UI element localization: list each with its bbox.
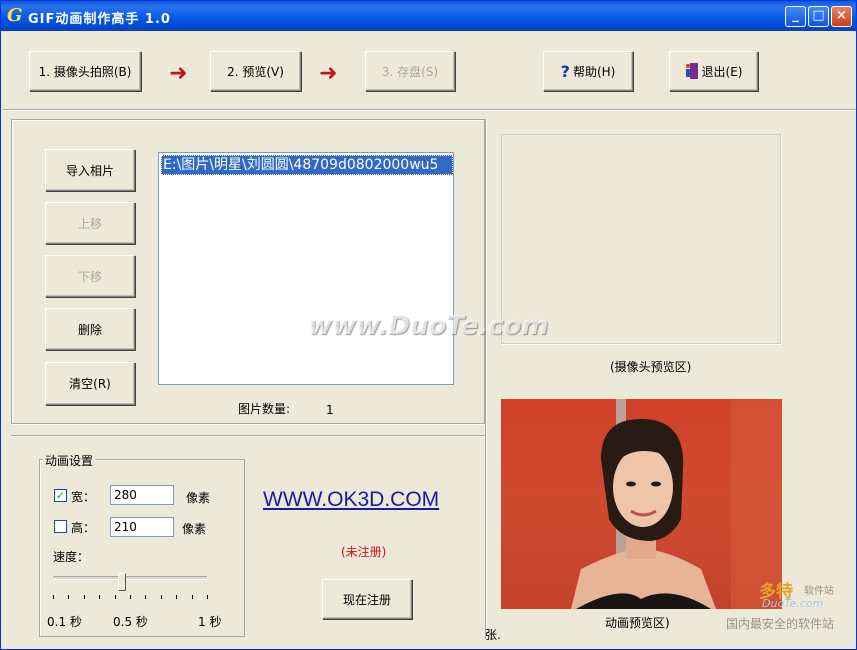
preview-label: 2. 预览(V) — [227, 64, 284, 79]
speed-mid-label: 0.5 秒 — [113, 615, 148, 629]
register-now-label: 现在注册 — [342, 592, 391, 607]
camera-capture-label: 1. 摄像头拍照(B) — [38, 64, 132, 79]
width-unit: 像素 — [186, 491, 211, 505]
move-down-button[interactable]: 下移 — [45, 255, 135, 297]
slider-tick — [68, 595, 70, 599]
exit-button[interactable]: 退出(E) — [669, 51, 758, 91]
maximize-button[interactable]: □ — [808, 6, 829, 27]
width-label: 宽： — [71, 490, 96, 504]
height-input[interactable]: 210 — [110, 517, 174, 537]
slider-tick — [99, 595, 101, 599]
camera-capture-button[interactable]: 1. 摄像头拍照(B) — [29, 51, 141, 91]
photo-count-value: 1 — [326, 403, 334, 417]
animation-settings-legend: 动画设置 — [43, 452, 96, 469]
minimize-button[interactable]: _ — [785, 6, 806, 27]
registration-status: (未注册) — [341, 545, 387, 559]
height-label: 高： — [71, 521, 96, 535]
help-button[interactable]: ? 帮助(H) — [543, 51, 633, 91]
slider-tick — [53, 595, 54, 599]
toolbar-divider — [3, 109, 856, 111]
slider-tick — [191, 595, 193, 599]
question-icon: ? — [560, 61, 570, 81]
checkmark-icon: ✓ — [55, 489, 66, 502]
delete-button[interactable]: 删除 — [45, 308, 135, 350]
photo-count-label: 图片数量: — [238, 402, 291, 416]
height-unit: 像素 — [182, 522, 207, 536]
move-up-label: 上移 — [77, 216, 102, 231]
slider-tick — [176, 595, 178, 599]
website-link[interactable]: WWW.OK3D.COM — [263, 488, 439, 512]
slider-tick — [83, 595, 85, 599]
speed-slider-thumb[interactable] — [118, 573, 127, 591]
lower-divider — [11, 435, 485, 437]
close-button[interactable]: × — [831, 6, 852, 27]
clear-label: 清空(R) — [69, 377, 111, 391]
slider-tick — [160, 595, 162, 599]
preview-button[interactable]: 2. 预览(V) — [210, 51, 301, 91]
speed-slider-track[interactable] — [53, 576, 207, 580]
arrow-right-icon: ➜ — [169, 61, 188, 86]
app-window: G GIF动画制作高手 1.0 _ □ × 1. 摄像头拍照(B) ➜ 2. 预… — [0, 0, 857, 650]
save-button[interactable]: 3. 存盘(S) — [365, 51, 455, 91]
slider-tick — [130, 595, 131, 599]
corner-brand-sub: 软件站 — [804, 586, 834, 597]
animation-preview-label: 动画预览区) — [605, 616, 670, 630]
import-photo-button[interactable]: 导入相片 — [45, 149, 135, 191]
speed-label: 速度： — [53, 550, 90, 564]
delete-label: 删除 — [77, 322, 102, 337]
photo-file-list[interactable]: E:\图片\明星\刘圆圆\48709d0802000wu5 — [158, 152, 454, 385]
help-label: 帮助(H) — [572, 64, 616, 79]
exit-label: 退出(E) — [701, 64, 743, 79]
list-item[interactable]: E:\图片\明星\刘圆圆\48709d0802000wu5 — [161, 155, 453, 175]
width-checkbox[interactable]: ✓ — [54, 489, 67, 502]
status-tail-text: 张. — [485, 628, 501, 642]
clear-button[interactable]: 清空(R) — [45, 362, 135, 405]
move-down-label: 下移 — [77, 269, 102, 284]
slider-tick — [145, 595, 147, 599]
save-label: 3. 存盘(S) — [381, 64, 439, 79]
width-input[interactable]: 280 — [110, 485, 174, 505]
move-up-button[interactable]: 上移 — [45, 202, 135, 244]
import-photo-label: 导入相片 — [65, 163, 114, 178]
title-bar[interactable]: G GIF动画制作高手 1.0 _ □ × — [1, 1, 856, 31]
camera-preview-label: (摄像头预览区) — [610, 360, 692, 374]
corner-slogan: 国内最安全的软件站 — [726, 617, 835, 631]
duote-watermark: www.DuoTe.com — [308, 311, 549, 341]
slider-tick — [114, 595, 116, 599]
arrow-right-icon: ➜ — [319, 61, 338, 86]
speed-max-label: 1 秒 — [198, 615, 222, 629]
height-checkbox[interactable] — [54, 520, 67, 533]
portrait-photo — [571, 399, 782, 609]
right-divider — [485, 119, 487, 639]
speed-min-label: 0.1 秒 — [47, 615, 82, 629]
slider-tick — [207, 595, 208, 599]
animation-preview-image — [501, 399, 782, 609]
corner-url: DuoTe.com — [762, 597, 824, 610]
exit-door-icon — [685, 63, 698, 79]
window-title: GIF动画制作高手 1.0 — [28, 12, 171, 27]
register-now-button[interactable]: 现在注册 — [322, 579, 412, 619]
app-logo-icon: G — [7, 5, 23, 26]
